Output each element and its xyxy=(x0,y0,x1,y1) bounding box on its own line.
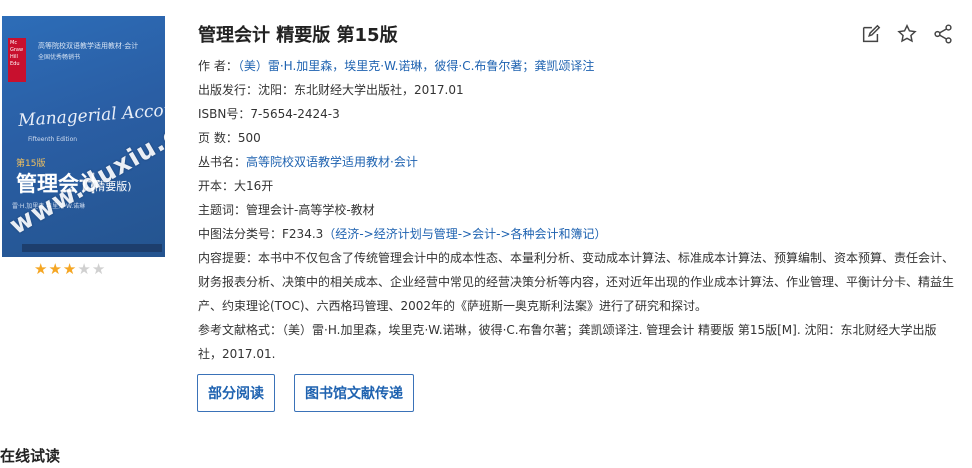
class-close-paren: ） xyxy=(594,227,607,241)
author-link[interactable]: （美）雷·H.加里森，埃里克·W.诺琳，彼得·C.布鲁尔著；龚凯颂译注 xyxy=(238,59,595,73)
subject-row: 主题词：管理会计-高等学校-教材 xyxy=(198,198,958,222)
star-filled-icon: ★ xyxy=(48,260,62,278)
class-link-accounting[interactable]: 会计 xyxy=(472,227,496,241)
cover-english-title: Managerial Accounting xyxy=(17,96,165,132)
publisher-logo: Mc Graw Hill Edu xyxy=(8,38,26,82)
edit-icon[interactable] xyxy=(860,23,882,45)
book-title: 管理会计 精要版 第15版 xyxy=(198,25,398,46)
classification-row: 中图法分类号：F234.3（经济->经济计划与管理->会计->各种会计和簿记） xyxy=(198,222,958,246)
publish-value: 沈阳：东北财经大学出版社，2017.01 xyxy=(258,83,464,97)
class-separator: -> xyxy=(457,227,473,241)
format-value: 大16开 xyxy=(234,179,274,193)
description-block: 内容提要：本书中不仅包含了传统管理会计中的成本性态、本量利分析、变动成本计算法、… xyxy=(198,246,958,318)
online-read-heading: 在线试读 xyxy=(0,447,61,465)
format-label: 开本： xyxy=(198,179,235,193)
publish-row: 出版发行：沈阳：东北财经大学出版社，2017.01 xyxy=(198,78,958,102)
series-row: 丛书名：高等院校双语教学适用教材·会计 xyxy=(198,150,958,174)
cover-english-subtitle: Fifteenth Edition xyxy=(28,136,78,143)
isbn-label: ISBN号： xyxy=(198,107,251,121)
author-row: 作 者：（美）雷·H.加里森，埃里克·W.诺琳，彼得·C.布鲁尔著；龚凯颂译注 xyxy=(198,54,958,78)
pages-label: 页 数： xyxy=(198,131,238,145)
book-cover[interactable]: Mc Graw Hill Edu 高等院校双语教学适用教材·会计 全国优秀畅销书 Ma… xyxy=(2,16,165,257)
subject-label: 主题词： xyxy=(198,203,247,217)
class-link-planning[interactable]: 经济计划与管理 xyxy=(374,227,458,241)
reference-text: （美）雷·H.加里森，埃里克·W.诺琳，彼得·C.布鲁尔著；龚凯颂译注. 管理会… xyxy=(198,323,937,361)
cover-publisher-band xyxy=(22,244,162,252)
class-separator: -> xyxy=(359,227,374,241)
share-icon[interactable] xyxy=(932,23,954,45)
rating-stars: ★ ★ ★ ★ ★ xyxy=(34,262,105,277)
book-details: 作 者：（美）雷·H.加里森，埃里克·W.诺琳，彼得·C.布鲁尔著；龚凯颂译注 … xyxy=(198,54,958,366)
class-label: 中图法分类号： xyxy=(198,227,283,241)
reference-label: 参考文献格式： xyxy=(198,323,283,337)
class-link-economy[interactable]: 经济 xyxy=(335,227,359,241)
class-separator: -> xyxy=(496,227,511,241)
cover-series-line2: 全国优秀畅销书 xyxy=(38,54,81,61)
format-row: 开本：大16开 xyxy=(198,174,958,198)
star-empty-icon: ★ xyxy=(77,260,91,278)
pages-row: 页 数：500 xyxy=(198,126,958,150)
class-link-bookkeeping[interactable]: 各种会计和簿记 xyxy=(511,227,595,241)
partial-read-button[interactable]: 部分阅读 xyxy=(197,374,275,412)
author-label: 作 者： xyxy=(198,59,238,73)
reference-block: 参考文献格式：（美）雷·H.加里森，埃里克·W.诺琳，彼得·C.布鲁尔著；龚凯颂… xyxy=(198,318,958,366)
star-filled-icon: ★ xyxy=(62,260,77,278)
description-label: 内容提要： xyxy=(198,251,259,265)
class-open-paren: （ xyxy=(323,227,336,241)
pages-value: 500 xyxy=(237,131,261,145)
star-icon[interactable] xyxy=(896,23,918,45)
series-link[interactable]: 高等院校双语教学适用教材·会计 xyxy=(246,155,418,169)
star-filled-icon: ★ xyxy=(34,260,48,278)
cover-series-line: 高等院校双语教学适用教材·会计 xyxy=(38,42,139,50)
isbn-value: 7-5654-2424-3 xyxy=(250,107,340,121)
subject-value: 管理会计-高等学校-教材 xyxy=(246,203,375,217)
class-code: F234.3 xyxy=(282,227,324,241)
library-delivery-button[interactable]: 图书馆文献传递 xyxy=(294,374,414,412)
isbn-row: ISBN号：7-5654-2424-3 xyxy=(198,102,958,126)
series-label: 丛书名： xyxy=(198,155,247,169)
publish-label: 出版发行： xyxy=(198,83,259,97)
star-empty-icon: ★ xyxy=(91,260,106,278)
action-bar xyxy=(860,23,954,45)
description-text: 本书中不仅包含了传统管理会计中的成本性态、本量利分析、变动成本计算法、标准成本计… xyxy=(198,251,955,313)
